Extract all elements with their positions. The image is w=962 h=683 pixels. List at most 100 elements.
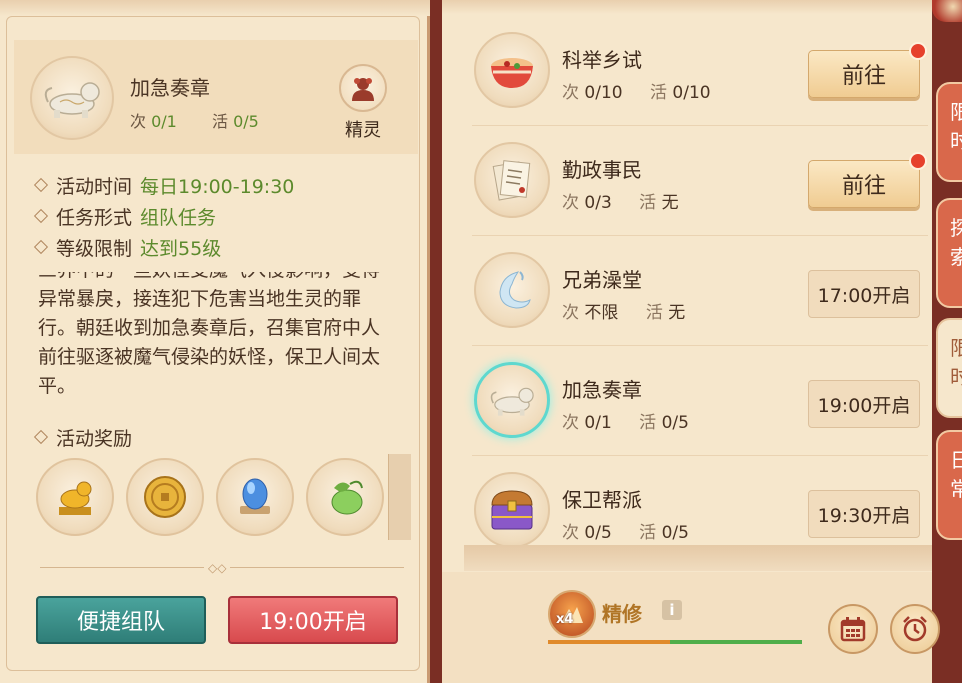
activity-stats: 次 不限 活 无: [562, 298, 685, 323]
reward-item[interactable]: [306, 458, 384, 536]
open-time-button[interactable]: 19:00开启: [228, 596, 398, 644]
count-label: 次: [562, 193, 579, 213]
active-label: 活: [639, 523, 657, 543]
info-time: 活动时间 每日19:00-19:30: [33, 172, 295, 199]
reward-item[interactable]: [126, 458, 204, 536]
count-value: 0/3: [584, 193, 612, 213]
detail-count: 次 0/1: [130, 108, 177, 132]
activity-name: 保卫帮派: [562, 488, 642, 512]
diamond-icon: [33, 239, 49, 255]
count-value: 0/1: [584, 413, 612, 433]
soup-bowl-icon: [474, 32, 550, 108]
rewards-label: 活动奖励: [56, 428, 133, 450]
treasure-chest-icon: [474, 472, 550, 548]
side-tab-daily[interactable]: 日常: [936, 430, 962, 540]
active-label: 活: [645, 303, 663, 323]
info-value: 组队任务: [140, 207, 217, 229]
activity-name: 兄弟澡堂: [562, 268, 642, 292]
water-swirl-icon: [474, 252, 550, 328]
panel-top-edge: [0, 0, 430, 16]
open-time-label[interactable]: 17:00开启: [808, 270, 920, 318]
info-level: 等级限制 达到55级: [33, 234, 222, 261]
info-label: 等级限制: [56, 238, 133, 260]
jade-beast-icon: [30, 56, 114, 140]
side-tab-limited-active[interactable]: 限时: [936, 318, 962, 418]
open-time-label[interactable]: 19:00开启: [808, 380, 920, 428]
active-label: 活: [639, 413, 657, 433]
count-value: 0/5: [584, 523, 612, 543]
active-value: 0/5: [661, 413, 689, 433]
activity-stats: 次 0/5 活 0/5: [562, 518, 689, 543]
multiplier-badge: x4: [556, 612, 574, 627]
description-scroll[interactable]: 三界中的一些妖怪受魔气入侵影响，变得异常暴戾，接连犯下危害当地生灵的罪行。朝廷收…: [38, 272, 398, 402]
spirit-label: 精灵: [345, 120, 381, 141]
activity-row-qinzheng[interactable]: 勤政事民 次 0/3 活 无 前往: [468, 126, 928, 236]
diamond-icon: [33, 429, 49, 445]
activity-name: 科举乡试: [562, 48, 642, 72]
document-scroll-icon: [474, 142, 550, 218]
side-tab-limited[interactable]: 限时: [936, 82, 962, 182]
count-value: 0/10: [584, 83, 623, 103]
go-button[interactable]: 前往: [808, 160, 920, 208]
info-format: 任务形式 组队任务: [33, 203, 217, 230]
activity-row-jiaji[interactable]: 加急奏章 次 0/1 活 0/5 19:00开启: [468, 346, 928, 456]
calendar-icon: [840, 617, 866, 642]
activity-row-zaotang[interactable]: 兄弟澡堂 次 不限 活 无 17:00开启: [468, 236, 928, 346]
info-label: 活动时间: [56, 176, 133, 198]
activity-stats: 次 0/10 活 0/10: [562, 78, 711, 103]
info-value: 每日19:00-19:30: [140, 176, 295, 198]
info-value: 达到55级: [140, 238, 222, 260]
side-tab-explore[interactable]: 探索: [936, 198, 962, 308]
quick-team-button[interactable]: 便捷组队: [36, 596, 206, 644]
spirit-icon: [339, 64, 387, 112]
spirit-button[interactable]: 精灵: [333, 64, 393, 144]
count-label: 次: [562, 413, 579, 433]
open-time-label[interactable]: 19:30开启: [808, 490, 920, 538]
jade-beast-icon: [474, 362, 550, 438]
reward-item[interactable]: [36, 458, 114, 536]
detail-title: 加急奏章: [130, 76, 210, 100]
description-text: 三界中的一些妖怪受魔气入侵影响，变得异常暴戾，接连犯下危害当地生灵的罪行。朝廷收…: [38, 272, 381, 397]
active-value: 无: [661, 193, 679, 213]
diamond-icon: [33, 177, 49, 193]
info-icon[interactable]: i: [662, 600, 682, 620]
count-value: 0/1: [151, 112, 177, 131]
alarm-button[interactable]: [890, 604, 940, 654]
reward-list[interactable]: [36, 456, 408, 538]
diamond-icon: [33, 208, 49, 224]
list-scroll-edge: [464, 545, 932, 571]
go-button[interactable]: 前往: [808, 50, 920, 98]
corner-ornament: [932, 0, 962, 22]
notification-dot: [909, 42, 927, 60]
reward-item[interactable]: [216, 458, 294, 536]
active-label: 活: [639, 193, 657, 213]
active-label: 活: [650, 83, 667, 103]
jingxiu-progress-bar: [548, 640, 802, 644]
active-value: 无: [668, 303, 686, 323]
reward-scroll-edge: [388, 454, 411, 540]
active-value: 0/5: [661, 523, 689, 543]
detail-active: 活 0/5: [212, 108, 259, 132]
active-label: 活: [212, 112, 229, 131]
count-value: 不限: [584, 303, 619, 323]
calendar-button[interactable]: [828, 604, 878, 654]
activity-stats: 次 0/3 活 无: [562, 188, 679, 213]
active-value: 0/5: [233, 112, 259, 131]
rewards-heading: 活动奖励: [33, 424, 133, 451]
green-pouch-icon: [331, 480, 363, 515]
count-label: 次: [562, 523, 579, 543]
count-label: 次: [562, 83, 579, 103]
count-label: 次: [130, 112, 147, 131]
info-label: 任务形式: [56, 207, 133, 229]
jingxiu-label: 精修: [602, 602, 642, 626]
jade-beast-icon: [59, 481, 92, 515]
activity-row-keju[interactable]: 科举乡试 次 0/10 活 0/10 前往: [468, 16, 928, 126]
activity-name: 加急奏章: [562, 378, 642, 402]
progress-fill: [548, 640, 670, 644]
notification-dot: [909, 152, 927, 170]
active-value: 0/10: [672, 83, 711, 103]
divider-ornament: ◇◇: [204, 561, 231, 575]
crystal-orb-icon: [240, 478, 270, 514]
activity-name: 勤政事民: [562, 158, 642, 182]
activity-stats: 次 0/1 活 0/5: [562, 408, 689, 433]
